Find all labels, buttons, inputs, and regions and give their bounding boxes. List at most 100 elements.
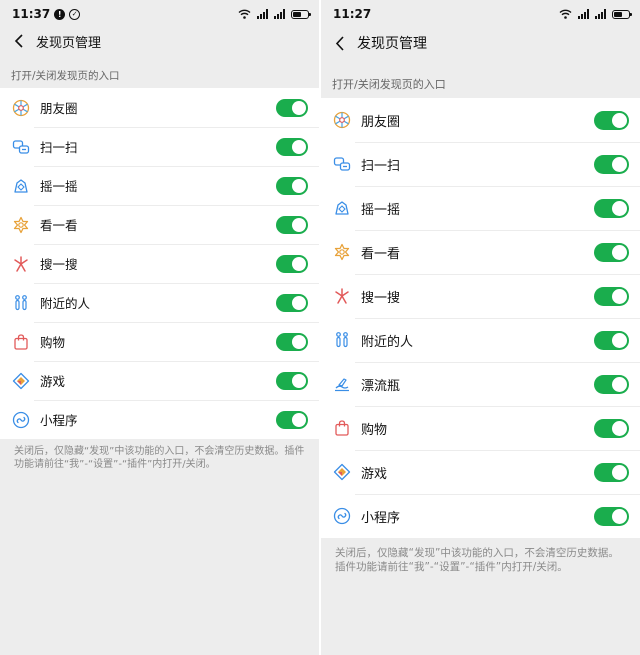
toggle-knob bbox=[292, 412, 306, 427]
moments-icon bbox=[333, 111, 351, 129]
item-label: 小程序 bbox=[361, 510, 401, 526]
list-item: 搜一搜 bbox=[321, 274, 640, 318]
toggle-knob bbox=[612, 288, 627, 304]
item-label: 小程序 bbox=[40, 413, 78, 428]
signal-icon bbox=[274, 9, 285, 19]
list-item: 小程序 bbox=[0, 400, 319, 439]
top-stories-icon bbox=[333, 243, 351, 261]
battery-icon bbox=[612, 9, 632, 19]
item-label: 游戏 bbox=[40, 374, 66, 389]
item-label: 看一看 bbox=[40, 218, 78, 233]
item-label: 搜一搜 bbox=[40, 257, 78, 272]
list-item: 游戏 bbox=[0, 361, 319, 400]
toggle-knob bbox=[292, 100, 306, 115]
list-item: 附近的人 bbox=[0, 283, 319, 322]
toggle-knob bbox=[612, 244, 627, 260]
right-screen: 11:27 发现页管理 打开/关闭发现页的入口 朋友圈扫一扫摇一摇看一看搜一搜附… bbox=[321, 0, 640, 655]
moments-icon bbox=[12, 99, 30, 117]
item-label: 摇一摇 bbox=[361, 202, 401, 218]
list-item: 看一看 bbox=[321, 230, 640, 274]
toggle-knob bbox=[612, 156, 627, 172]
item-label: 扫一扫 bbox=[361, 158, 401, 174]
toggle-knob bbox=[612, 376, 627, 392]
toggle-switch[interactable] bbox=[276, 410, 308, 429]
toggle-switch[interactable] bbox=[276, 371, 308, 390]
toggle-knob bbox=[292, 334, 306, 349]
item-label: 摇一摇 bbox=[40, 179, 78, 194]
page-title: 发现页管理 bbox=[357, 36, 427, 52]
status-time: 11:37 bbox=[12, 7, 51, 21]
toggle-switch[interactable] bbox=[276, 293, 308, 312]
toggle-knob bbox=[292, 217, 306, 232]
list-item: 扫一扫 bbox=[0, 127, 319, 166]
toggle-switch[interactable] bbox=[594, 462, 629, 482]
list-item: 小程序 bbox=[321, 494, 640, 538]
people-nearby-icon bbox=[12, 294, 30, 312]
toggle-switch[interactable] bbox=[594, 154, 629, 174]
toggle-switch[interactable] bbox=[276, 176, 308, 195]
toggle-switch[interactable] bbox=[276, 215, 308, 234]
item-label: 附近的人 bbox=[361, 334, 414, 350]
notification-icon: ! bbox=[54, 8, 66, 20]
toggle-switch[interactable] bbox=[594, 110, 629, 130]
item-label: 游戏 bbox=[361, 466, 388, 482]
toggle-switch[interactable] bbox=[594, 242, 629, 262]
toggle-switch[interactable] bbox=[594, 330, 629, 350]
wifi-icon bbox=[559, 9, 572, 19]
toggle-switch[interactable] bbox=[276, 98, 308, 117]
section-header: 打开/关闭发现页的入口 bbox=[332, 78, 446, 91]
list-item: 购物 bbox=[0, 322, 319, 361]
toggle-knob bbox=[292, 178, 306, 193]
search-icon bbox=[333, 287, 351, 305]
item-label: 购物 bbox=[361, 422, 388, 438]
toggle-switch[interactable] bbox=[276, 137, 308, 156]
list-item: 朋友圈 bbox=[0, 88, 319, 127]
shake-icon bbox=[333, 199, 351, 217]
toggle-knob bbox=[612, 200, 627, 216]
item-label: 搜一搜 bbox=[361, 290, 401, 306]
toggle-knob bbox=[612, 112, 627, 128]
item-label: 朋友圈 bbox=[40, 101, 78, 116]
list-item: 摇一摇 bbox=[0, 166, 319, 205]
toggle-knob bbox=[612, 420, 627, 436]
scan-icon bbox=[12, 138, 30, 156]
footer-note: 关闭后，仅隐藏“发现”中该功能的入口，不会清空历史数据。插件功能请前往“我”-“… bbox=[335, 547, 619, 573]
toggle-switch[interactable] bbox=[594, 374, 629, 394]
list-item: 朋友圈 bbox=[321, 98, 640, 142]
item-label: 漂流瓶 bbox=[361, 378, 401, 394]
mini-program-icon bbox=[333, 507, 351, 525]
game-icon bbox=[12, 372, 30, 390]
page-title: 发现页管理 bbox=[36, 35, 102, 51]
check-circle-icon: ✓ bbox=[69, 8, 81, 20]
toggle-knob bbox=[612, 332, 627, 348]
toggle-switch[interactable] bbox=[594, 198, 629, 218]
toggle-knob bbox=[612, 464, 627, 480]
status-bar: 11:27 bbox=[321, 0, 640, 28]
toggle-knob bbox=[612, 508, 627, 524]
footer-note: 关闭后，仅隐藏“发现”中该功能的入口，不会清空历史数据。插件功能请前往“我”-“… bbox=[14, 446, 305, 470]
item-label: 扫一扫 bbox=[40, 140, 78, 155]
list-item: 看一看 bbox=[0, 205, 319, 244]
item-label: 朋友圈 bbox=[361, 114, 401, 130]
nav-bar: 发现页管理 bbox=[321, 28, 640, 58]
toggle-switch[interactable] bbox=[594, 286, 629, 306]
game-icon bbox=[333, 463, 351, 481]
status-time: 11:27 bbox=[333, 7, 372, 21]
toggle-switch[interactable] bbox=[594, 506, 629, 526]
section-header: 打开/关闭发现页的入口 bbox=[11, 70, 120, 82]
status-bar: 11:37 ! ✓ bbox=[0, 0, 319, 28]
entry-list: 朋友圈扫一扫摇一摇看一看搜一搜附近的人 购物游戏小程序 bbox=[0, 88, 319, 439]
toggle-knob bbox=[292, 256, 306, 271]
back-icon[interactable] bbox=[329, 32, 351, 54]
wifi-icon bbox=[238, 9, 251, 19]
list-item: 摇一摇 bbox=[321, 186, 640, 230]
left-screen: 11:37 ! ✓ 发现页管理 打开/关闭发现页的入口 朋友圈扫一扫摇一摇看一看… bbox=[0, 0, 319, 655]
back-icon[interactable] bbox=[8, 30, 30, 52]
scan-icon bbox=[333, 155, 351, 173]
drift-bottle-icon bbox=[333, 375, 351, 393]
list-item: 漂流瓶 bbox=[321, 362, 640, 406]
toggle-switch[interactable] bbox=[594, 418, 629, 438]
shake-icon bbox=[12, 177, 30, 195]
toggle-switch[interactable] bbox=[276, 332, 308, 351]
toggle-switch[interactable] bbox=[276, 254, 308, 273]
